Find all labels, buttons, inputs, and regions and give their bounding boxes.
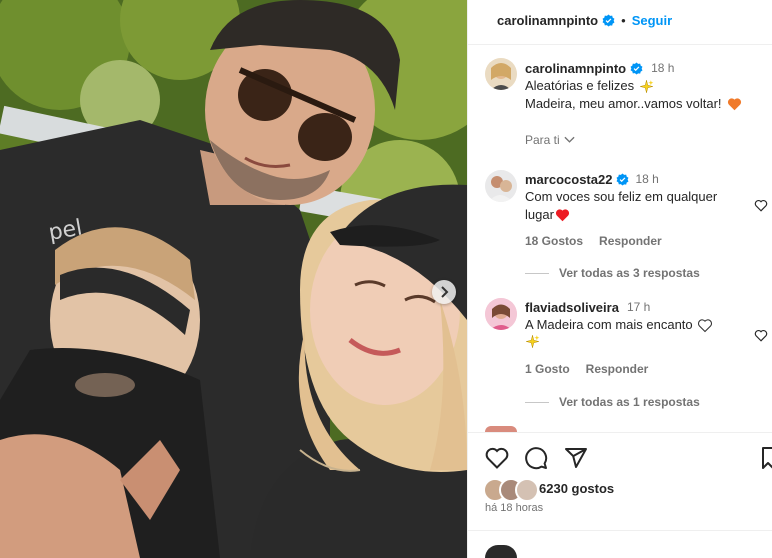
comment-time: 17 h	[626, 300, 651, 314]
heart-icon[interactable]	[754, 199, 768, 212]
comment-time: 18 h	[635, 172, 659, 186]
heart-icon[interactable]	[754, 329, 768, 342]
comment-1: marcocosta22 18 h Com voces sou feliz em…	[525, 170, 745, 249]
replies-line	[525, 402, 549, 403]
orange-heart-icon	[727, 98, 741, 111]
view-replies-link[interactable]: Ver todas as 1 respostas	[559, 395, 700, 409]
post-side-panel: carolinamnpinto • Seguir carolinamnpinto…	[467, 0, 772, 558]
white-heart-icon	[697, 318, 712, 332]
replies-line	[525, 273, 549, 274]
verified-badge-icon	[602, 14, 615, 26]
sparkle-icon	[640, 79, 654, 93]
chevron-down-icon	[564, 136, 575, 143]
view-replies-link[interactable]: Ver todas as 3 respostas	[559, 266, 700, 280]
author-avatar[interactable]	[485, 58, 517, 90]
comment-text-line2: lugar	[525, 207, 554, 222]
sparkle-icon	[526, 335, 540, 348]
header-divider	[468, 44, 772, 45]
comment-username[interactable]: flaviadsoliveira	[525, 300, 619, 315]
red-heart-icon	[555, 209, 569, 222]
reply-button[interactable]: Responder	[599, 234, 662, 248]
verified-badge-icon	[630, 62, 643, 74]
next-photo-button[interactable]	[432, 280, 456, 304]
photo-illustration: pel	[0, 0, 467, 558]
comment-icon[interactable]	[524, 446, 548, 470]
comment-likes[interactable]: 1 Gosto	[525, 362, 570, 376]
likes-count[interactable]: 6230 gostos	[539, 481, 614, 496]
comment-2: flaviadsoliveira 17 h A Madeira com mais…	[525, 298, 745, 376]
comment-text-line1: A Madeira com mais encanto	[525, 317, 693, 332]
footer-divider	[468, 530, 772, 531]
comment-username[interactable]: marcocosta22	[525, 172, 612, 187]
share-icon[interactable]	[564, 446, 588, 470]
current-user-avatar	[485, 545, 517, 558]
caption-line1: Aleatórias e felizes	[525, 78, 635, 93]
caption-time: 18 h	[651, 61, 675, 75]
commenter-avatar[interactable]	[485, 298, 517, 330]
translate-label: Para ti	[525, 133, 560, 147]
caption-block: carolinamnpinto 18 h Aleatórias e felize…	[525, 59, 765, 113]
verified-badge-icon	[616, 173, 629, 185]
caption-username[interactable]: carolinamnpinto	[525, 61, 626, 76]
comment-text-line1: Com voces sou feliz em qualquer	[525, 189, 718, 204]
translate-link[interactable]: Para ti	[525, 133, 575, 147]
header-separator: •	[621, 12, 626, 28]
follow-button[interactable]: Seguir	[632, 13, 672, 28]
caption-line2: Madeira, meu amor..vamos voltar!	[525, 96, 722, 111]
reply-button[interactable]: Responder	[586, 362, 649, 376]
post-photo: pel	[0, 0, 467, 558]
bookmark-icon[interactable]	[761, 446, 772, 470]
posted-time[interactable]: há 18 horas	[485, 502, 543, 514]
comment-likes[interactable]: 18 Gostos	[525, 234, 583, 248]
actions-divider	[468, 432, 772, 433]
heart-icon[interactable]	[485, 447, 509, 469]
commenter-avatar[interactable]	[485, 170, 517, 202]
next-arrow-icon	[441, 286, 449, 298]
post-header: carolinamnpinto • Seguir	[497, 11, 672, 29]
author-username[interactable]: carolinamnpinto	[497, 13, 598, 28]
liker-avatar[interactable]	[515, 478, 539, 502]
